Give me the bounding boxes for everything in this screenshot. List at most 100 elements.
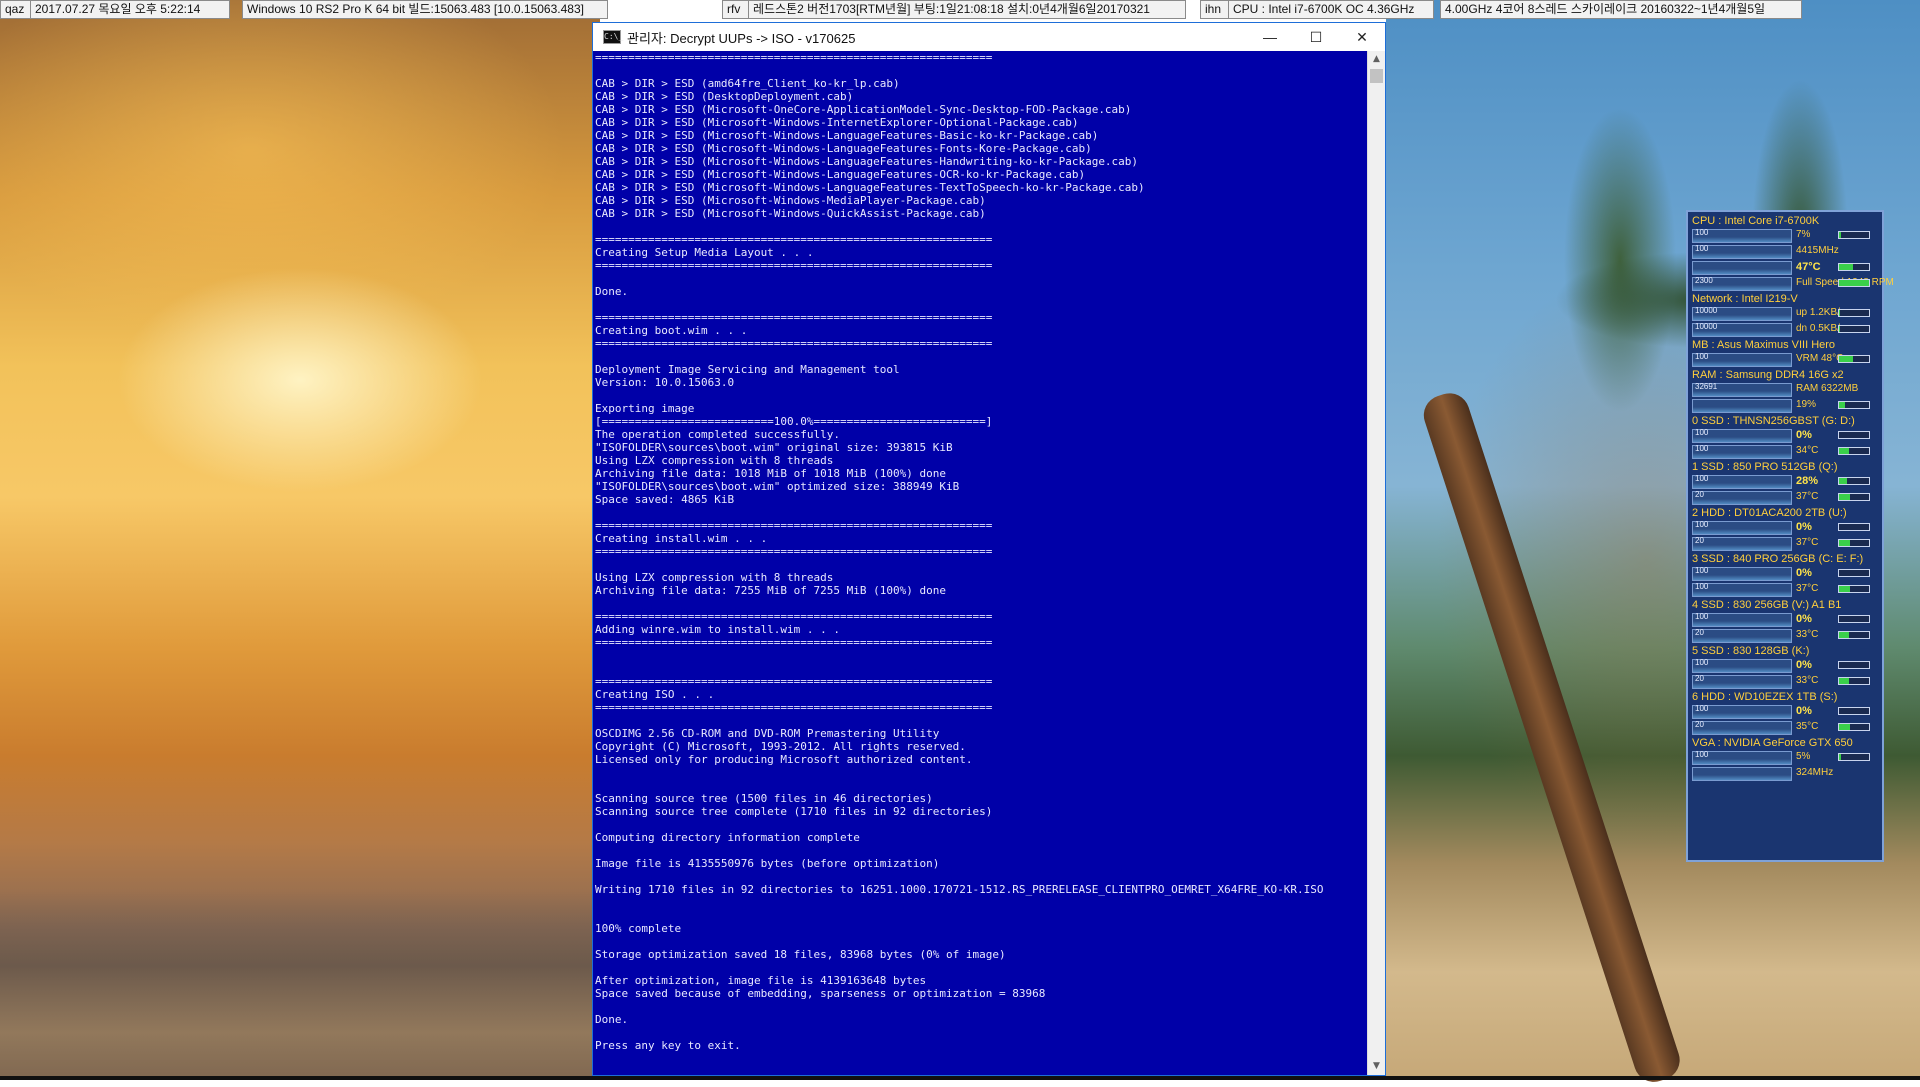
usage-graph: 100 (1692, 567, 1792, 581)
monitor-value: 324MHz (1796, 767, 1833, 778)
usage-graph: 20 (1692, 491, 1792, 505)
level-bar-fill (1839, 678, 1849, 684)
monitor-value: 33°C (1796, 629, 1818, 640)
monitor-value: 0% (1796, 567, 1812, 579)
monitor-section-title: MB : Asus Maximus VIII Hero (1692, 338, 1878, 352)
desktop-wallpaper-sunset (0, 0, 600, 1080)
scroll-thumb[interactable] (1370, 69, 1383, 83)
console-line: Archiving file data: 7255 MiB of 7255 Mi… (595, 584, 1369, 597)
console-line: Using LZX compression with 8 threads (595, 571, 1369, 584)
usage-graph: 20 (1692, 629, 1792, 643)
usage-graph: 100 (1692, 521, 1792, 535)
graph-scale: 100 (1695, 244, 1708, 253)
info-bar-item: CPU : Intel i7-6700K OC 4.36GHz (1228, 0, 1434, 19)
monitor-row: 47°C (1692, 260, 1878, 276)
level-bar (1838, 231, 1870, 239)
console-line: Using LZX compression with 8 threads (595, 454, 1369, 467)
console-line: ========================================… (595, 311, 1369, 324)
scroll-down-icon[interactable]: ▼ (1368, 1058, 1385, 1075)
graph-fill (1693, 269, 1791, 274)
usage-graph: 10000 (1692, 307, 1792, 321)
console-line (595, 909, 1369, 922)
monitor-section-title: 3 SSD : 840 PRO 256GB (C: E: F:) (1692, 552, 1878, 566)
monitor-row: 100 0% (1692, 566, 1878, 582)
console-line: Exporting image (595, 402, 1369, 415)
scroll-up-icon[interactable]: ▲ (1368, 51, 1385, 68)
console-line: CAB > DIR > ESD (Microsoft-Windows-Quick… (595, 207, 1369, 220)
graph-fill (1693, 391, 1791, 396)
console-line (595, 558, 1369, 571)
monitor-section-title: 0 SSD : THNSN256GBST (G: D:) (1692, 414, 1878, 428)
monitor-value: 0% (1796, 659, 1812, 671)
graph-fill (1693, 759, 1791, 764)
monitor-row: 2035°C (1692, 720, 1878, 736)
console-line: Deployment Image Servicing and Managemen… (595, 363, 1369, 376)
usage-graph: 100 (1692, 705, 1792, 719)
graph-scale: 20 (1695, 674, 1704, 683)
monitor-value: 33°C (1796, 675, 1818, 686)
console-line: OSCDIMG 2.56 CD-ROM and DVD-ROM Premaste… (595, 727, 1369, 740)
console-line: ========================================… (595, 51, 1369, 64)
system-info-bar: qaz2017.07.27 목요일 오후 5:22:14Windows 10 R… (0, 0, 1920, 20)
maximize-button[interactable]: ☐ (1293, 23, 1339, 51)
level-bar (1838, 279, 1870, 287)
console-line: The operation completed successfully. (595, 428, 1369, 441)
console-line: Done. (595, 1013, 1369, 1026)
monitor-value: 47°C (1796, 261, 1821, 273)
level-bar (1838, 569, 1870, 577)
monitor-row: 1000% (1692, 520, 1878, 536)
monitor-section-title: RAM : Samsung DDR4 16G x2 (1692, 368, 1878, 382)
console-line (595, 298, 1369, 311)
level-bar (1838, 539, 1870, 547)
level-bar-fill (1839, 356, 1853, 362)
vertical-scrollbar[interactable]: ▲ ▼ (1367, 51, 1385, 1075)
level-bar-fill (1839, 632, 1849, 638)
level-bar (1838, 707, 1870, 715)
usage-graph: 100 (1692, 429, 1792, 443)
usage-graph: 100 (1692, 751, 1792, 765)
monitor-row: 1007% (1692, 228, 1878, 244)
graph-scale: 100 (1695, 228, 1708, 237)
level-bar-fill (1839, 540, 1850, 546)
usage-graph: 32691 (1692, 383, 1792, 397)
graph-fill (1693, 237, 1791, 242)
monitor-row: 20 37°C (1692, 490, 1878, 506)
console-line: ========================================… (595, 636, 1369, 649)
monitor-row: 20 33°C (1692, 674, 1878, 690)
console-line: 100% complete (595, 922, 1369, 935)
console-output[interactable]: ========================================… (593, 51, 1369, 1075)
console-line: ========================================… (595, 233, 1369, 246)
monitor-value: 34°C (1796, 445, 1818, 456)
console-line: Storage optimization saved 18 files, 839… (595, 948, 1369, 961)
level-bar-fill (1839, 754, 1841, 760)
graph-fill (1693, 575, 1791, 580)
monitor-row: 10000dn 0.5KB/s (1692, 322, 1878, 338)
level-bar-fill (1839, 448, 1849, 454)
console-line (595, 220, 1369, 233)
console-window[interactable]: C:\_ 관리자: Decrypt UUPs -> ISO - v170625 … (592, 22, 1386, 1076)
console-line (595, 818, 1369, 831)
graph-fill (1693, 407, 1791, 412)
monitor-row: 1000% (1692, 704, 1878, 720)
console-line: ========================================… (595, 701, 1369, 714)
monitor-value: 37°C (1796, 583, 1818, 594)
monitor-value: 37°C (1796, 491, 1818, 502)
console-line: ========================================… (595, 519, 1369, 532)
console-line (595, 961, 1369, 974)
console-line: Done. (595, 285, 1369, 298)
monitor-value: 0% (1796, 613, 1812, 625)
console-line: ========================================… (595, 675, 1369, 688)
close-button[interactable]: ✕ (1339, 23, 1385, 51)
monitor-section-title: 2 HDD : DT01ACA200 2TB (U:) (1692, 506, 1878, 520)
level-bar (1838, 615, 1870, 623)
level-bar (1838, 585, 1870, 593)
level-bar (1838, 309, 1870, 317)
graph-scale: 100 (1695, 520, 1708, 529)
usage-graph: 100 (1692, 445, 1792, 459)
window-titlebar[interactable]: C:\_ 관리자: Decrypt UUPs -> ISO - v170625 … (593, 23, 1385, 51)
minimize-button[interactable]: — (1247, 23, 1293, 51)
graph-fill (1693, 683, 1791, 688)
console-line (595, 350, 1369, 363)
level-bar-fill (1839, 264, 1853, 270)
console-line: Space saved because of embedding, sparse… (595, 987, 1369, 1000)
